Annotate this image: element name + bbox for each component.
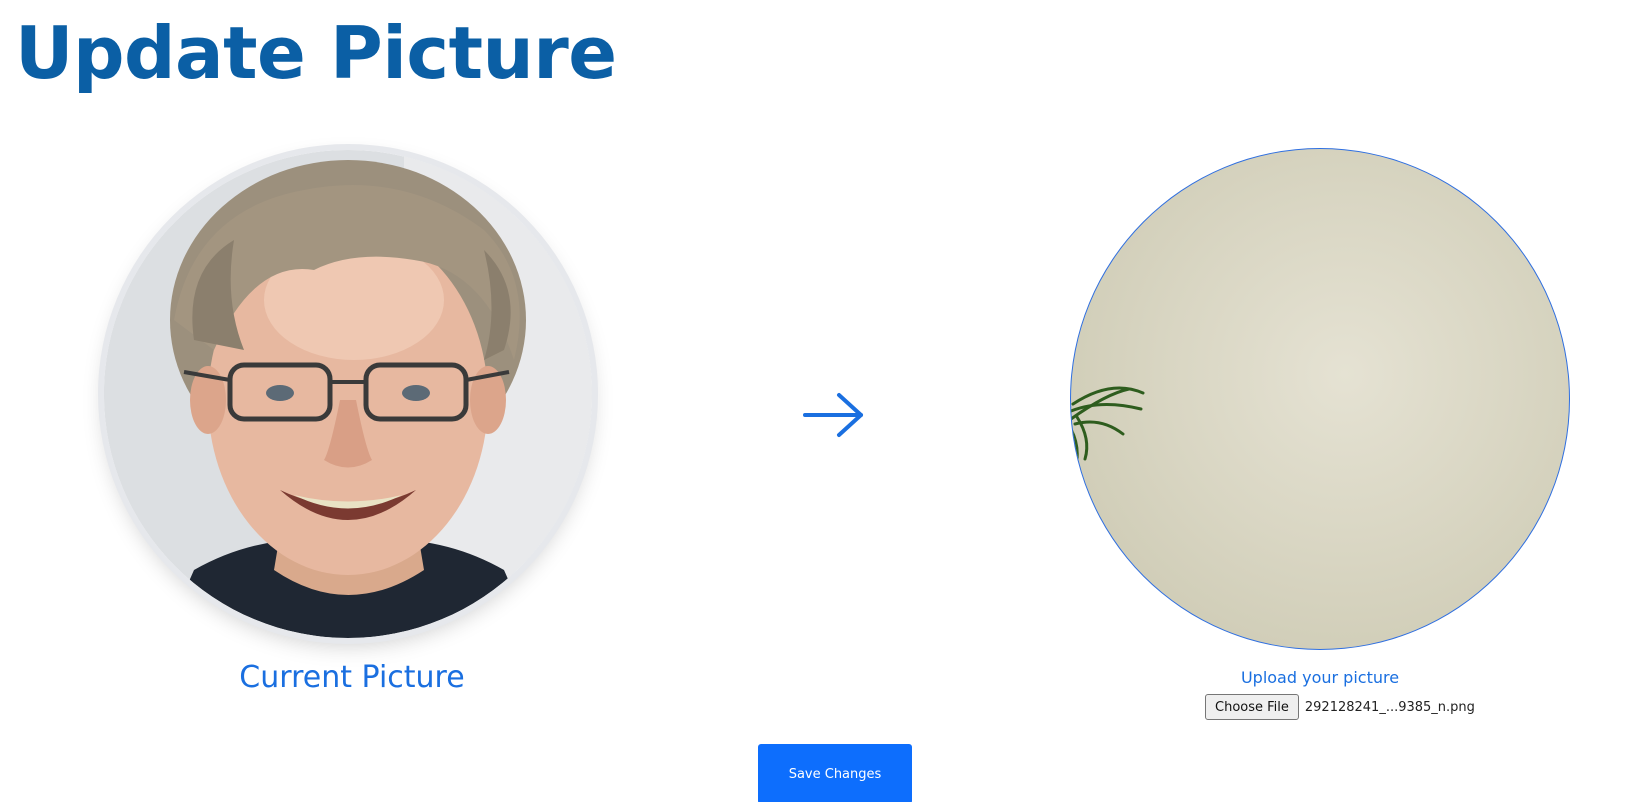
arrow-right-icon [803, 393, 863, 437]
update-picture-page: Update Picture Current Picture Upload yo… [0, 0, 1632, 802]
selected-file-name: 292128241_...9385_n.png [1304, 699, 1475, 715]
file-input[interactable]: Choose File 292128241_...9385_n.png [1205, 694, 1475, 720]
current-picture [104, 150, 592, 638]
page-title: Update Picture [15, 11, 617, 95]
choose-file-button[interactable]: Choose File [1205, 694, 1299, 720]
save-changes-button[interactable]: Save Changes [758, 744, 912, 802]
current-picture-label: Current Picture [239, 660, 465, 695]
current-picture-frame [104, 150, 592, 638]
upload-label: Upload your picture [1240, 668, 1400, 687]
plant-leaves [1071, 386, 1145, 471]
new-picture-preview [1070, 148, 1570, 650]
